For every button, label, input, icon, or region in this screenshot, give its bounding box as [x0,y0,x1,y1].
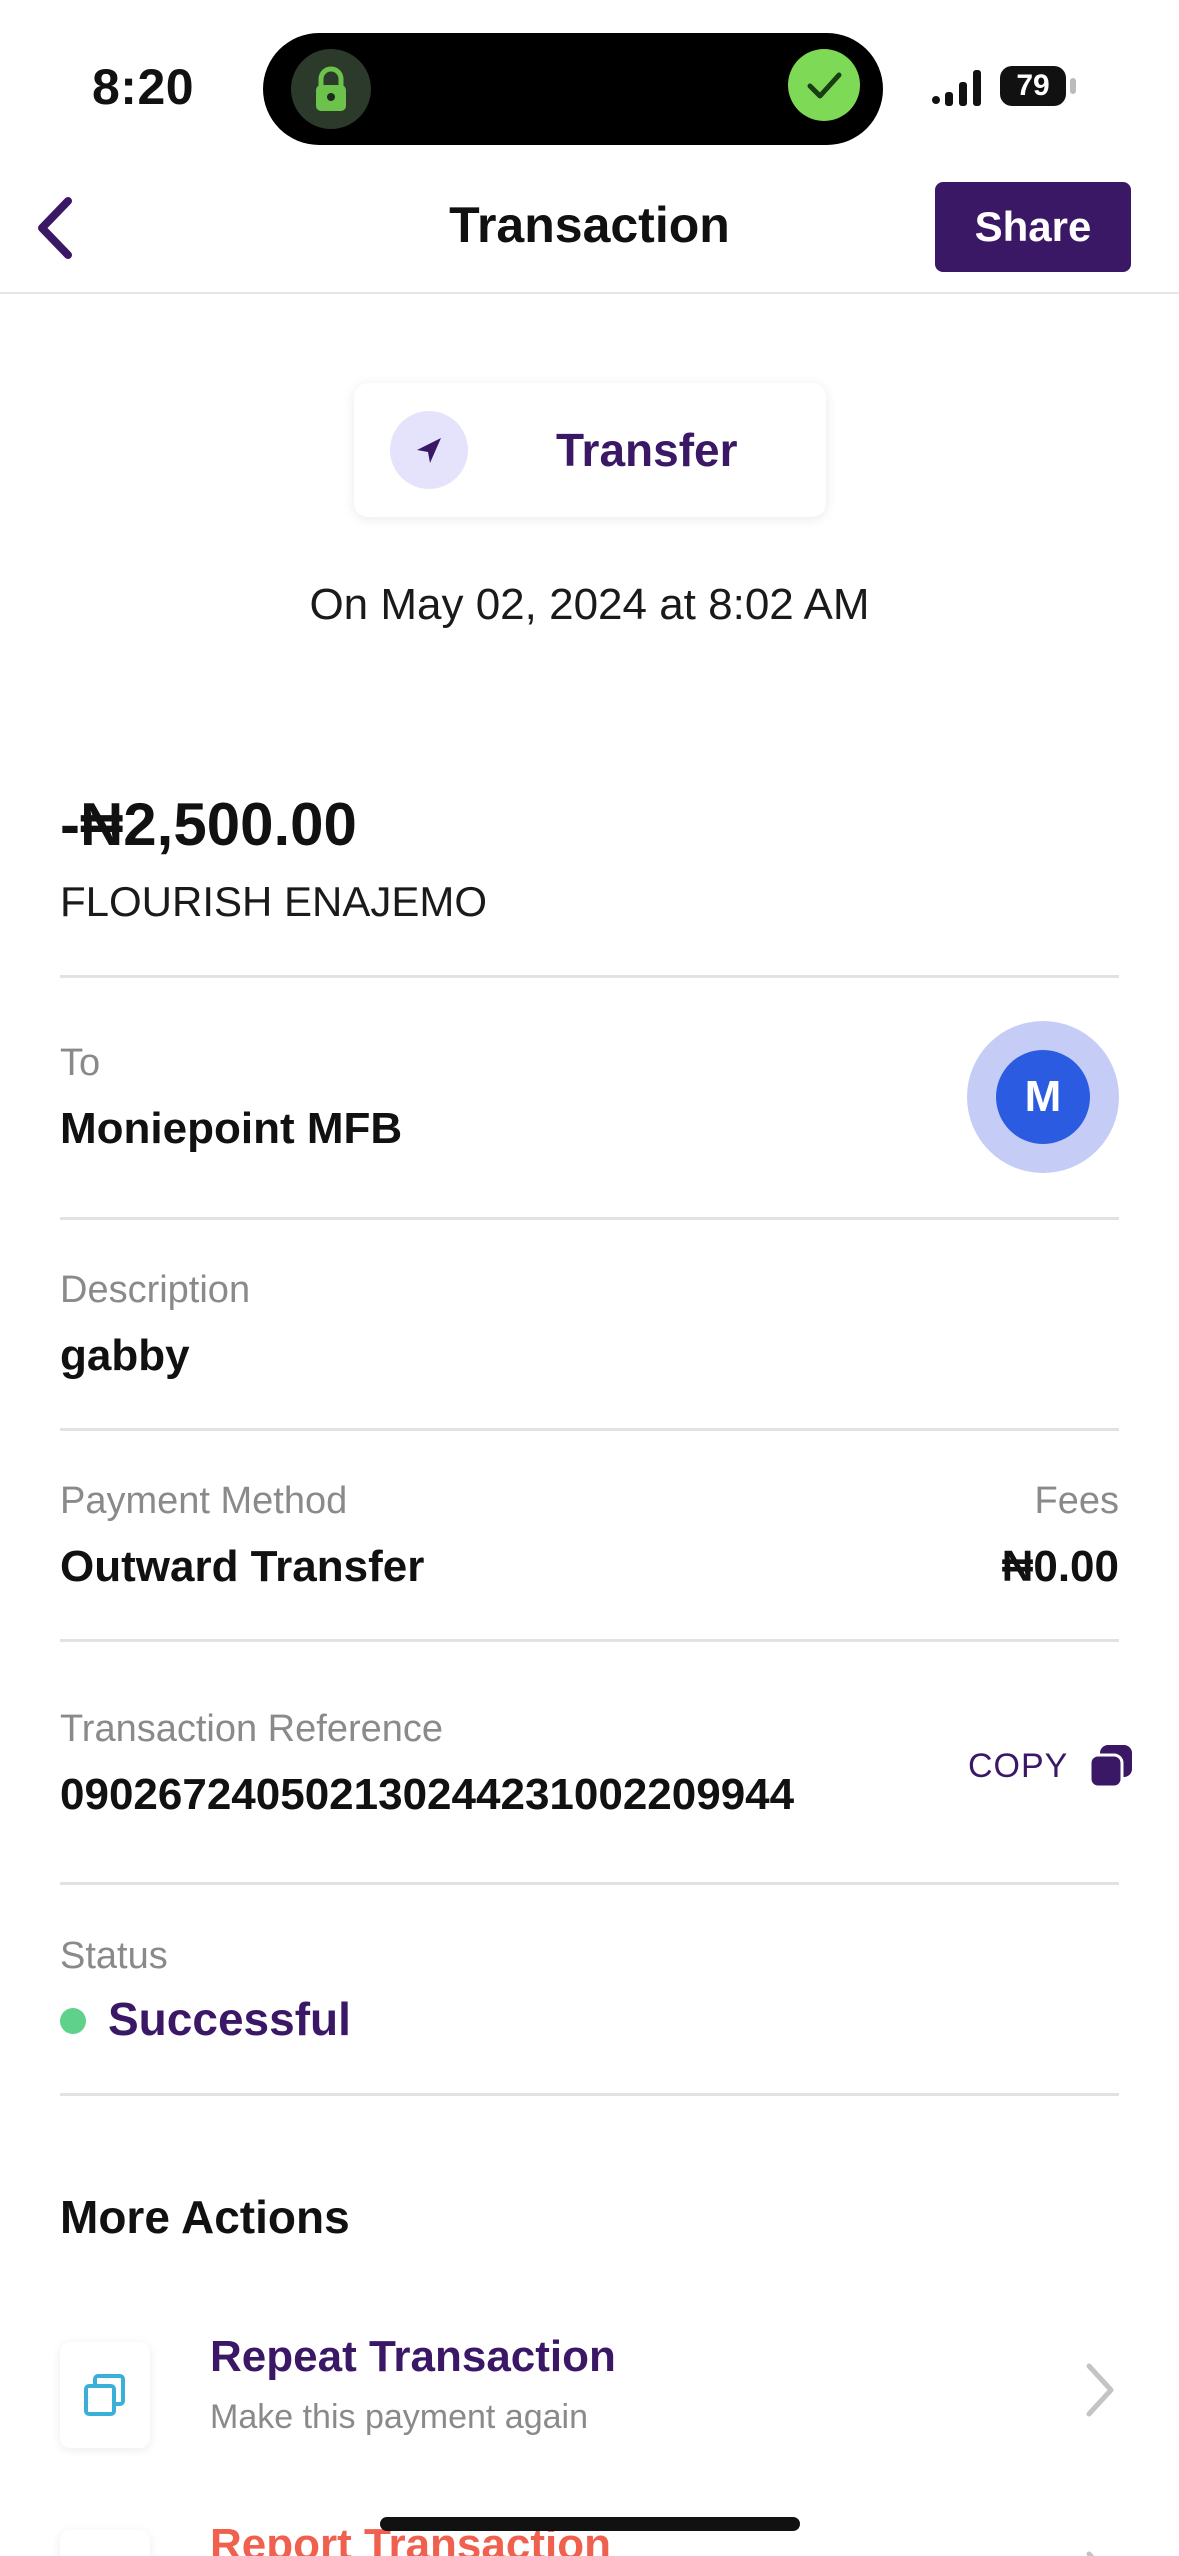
fees-value: ₦0.00 [1001,1542,1119,1591]
transaction-type-chip: Transfer [354,383,826,517]
description-label: Description [60,1269,251,1311]
divider [60,1428,1119,1431]
battery-cap [1070,78,1076,94]
dynamic-island [263,33,883,145]
status-success-dot [60,2008,86,2034]
transaction-detail-screen: 8:20 79 Transaction Share Transfer On Ma… [0,0,1179,2556]
chevron-right-icon [1086,2363,1114,2417]
chevron-right-icon [1086,2551,1095,2556]
more-actions-title: More Actions [60,2191,350,2243]
home-indicator[interactable] [380,2517,800,2531]
to-value: Moniepoint MFB [60,1104,403,1153]
share-button[interactable]: Share [935,182,1131,272]
to-label: To [60,1042,101,1084]
action-subtitle: Make this payment again [210,2398,588,2436]
repeat-icon-box [60,2342,150,2448]
divider [60,1639,1119,1642]
header-divider [0,292,1179,294]
transaction-type-label: Transfer [556,424,738,476]
divider [60,2093,1119,2096]
action-title: Repeat Transaction [210,2332,616,2381]
divider [60,1882,1119,1885]
payment-method-value: Outward Transfer [60,1542,425,1591]
copy-label: COPY [968,1746,1069,1785]
reference-value: 090267240502130244231002209944 [60,1770,795,1819]
reference-label: Transaction Reference [60,1708,444,1750]
send-icon [390,411,468,489]
fees-label: Fees [1034,1480,1119,1522]
vpn-lock-icon [291,49,371,129]
copy-icon [1088,1745,1133,1789]
status-time: 8:20 [92,59,195,115]
description-value: gabby [60,1331,190,1380]
divider [60,1217,1119,1220]
duplicate-icon [84,2374,125,2416]
transaction-date: On May 02, 2024 at 8:02 AM [309,580,870,629]
repeat-transaction-action[interactable]: Repeat Transaction Make this payment aga… [60,2332,1119,2462]
copy-reference-button[interactable]: COPY [968,1738,1136,1794]
divider [60,975,1119,978]
report-icon-box [60,2530,150,2556]
status-value: Successful [108,1993,351,2045]
battery-level: 79 [1000,66,1066,106]
counterparty-name: FLOURISH ENAJEMO [60,878,488,925]
transaction-amount: -₦2,500.00 [60,791,357,858]
check-icon [788,49,860,121]
status-label: Status [60,1935,168,1977]
bank-avatar: M [996,1050,1090,1144]
cellular-signal-icon [930,68,986,113]
payment-method-label: Payment Method [60,1480,348,1522]
